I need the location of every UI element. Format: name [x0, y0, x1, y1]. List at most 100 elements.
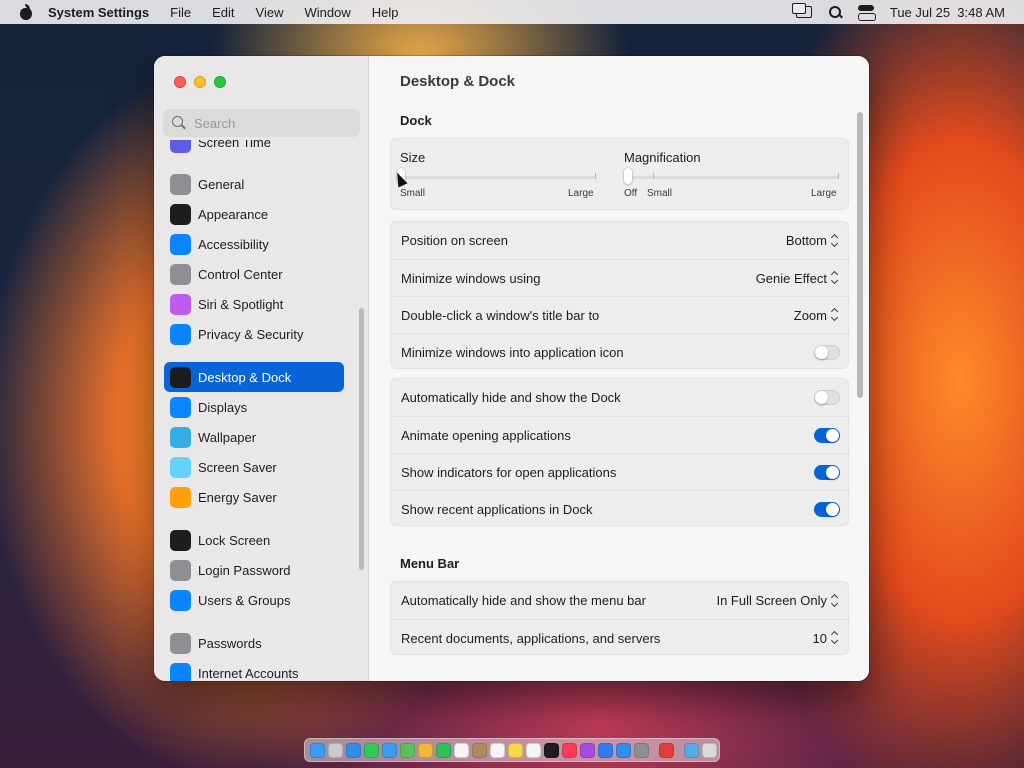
page-title: Desktop & Dock — [400, 73, 516, 90]
sidebar-item-siri-spotlight[interactable]: Siri & Spotlight — [164, 289, 344, 319]
menu-app-name[interactable]: System Settings — [48, 5, 149, 20]
notes-icon[interactable] — [508, 742, 523, 758]
reminders-icon[interactable] — [490, 742, 505, 758]
finder-icon[interactable] — [310, 742, 325, 758]
show-recent-applications-in-dock-toggle[interactable] — [814, 501, 840, 517]
sidebar-item-screen-saver[interactable]: Screen Saver — [164, 452, 344, 482]
tv-icon[interactable] — [544, 742, 559, 758]
messages-icon[interactable] — [364, 742, 379, 758]
recent-documents-applications-and-servers-popup-button[interactable]: 10 — [813, 631, 840, 646]
sidebar-item-label: Wallpaper — [198, 429, 257, 445]
magnification-slider-label: Magnification — [624, 150, 701, 165]
sidebar-item-wallpaper[interactable]: Wallpaper — [164, 422, 344, 452]
size-min-label: Small — [400, 188, 426, 199]
menu-file[interactable]: File — [170, 5, 191, 20]
setting-row-minimize-windows-into-application-icon: Minimize windows into application icon — [391, 333, 850, 370]
size-slider-tick — [595, 173, 596, 179]
photos-icon[interactable] — [418, 742, 433, 758]
menu-clock[interactable]: Tue Jul 25 3:48 AM — [890, 5, 1005, 20]
animate-opening-applications-toggle[interactable] — [814, 427, 840, 443]
menu-edit[interactable]: Edit — [212, 5, 234, 20]
sidebar-item-control-center[interactable]: Control Center — [164, 259, 344, 289]
control-center-toggle-icon[interactable] — [857, 5, 876, 21]
sidebar-item-users-groups[interactable]: Users & Groups — [164, 585, 344, 615]
dock-size-magnification-group: Size Small Large Magnification Off Small… — [390, 138, 849, 210]
menubar-options-group: Automatically hide and show the menu bar… — [390, 581, 850, 655]
show-indicators-for-open-applications-toggle[interactable] — [814, 464, 840, 480]
sidebar-item-passwords[interactable]: Passwords — [164, 628, 344, 658]
screen-mirroring-icon[interactable] — [791, 3, 812, 18]
sidebar-item-general[interactable]: General — [164, 169, 344, 199]
close-window-button[interactable] — [174, 76, 186, 88]
podcasts-icon[interactable] — [580, 742, 595, 758]
sidebar-item-displays[interactable]: Displays — [164, 392, 344, 422]
content-scrollbar[interactable] — [857, 112, 863, 398]
magnification-slider-tick — [653, 173, 654, 179]
facetime-icon[interactable] — [436, 742, 451, 758]
keynote-icon[interactable] — [598, 742, 613, 758]
calendar-icon[interactable] — [454, 742, 469, 758]
preview-app-icon[interactable] — [659, 742, 674, 758]
setting-row-show-recent-applications-in-dock: Show recent applications in Dock — [391, 490, 850, 527]
size-slider-label: Size — [400, 150, 426, 165]
zoom-window-button[interactable] — [214, 76, 226, 88]
setting-label: Recent documents, applications, and serv… — [401, 630, 661, 646]
app-store-icon[interactable] — [616, 742, 631, 758]
lightbulb-icon — [170, 486, 191, 508]
mail-icon[interactable] — [382, 742, 397, 758]
minimize-windows-using-popup-button[interactable]: Genie Effect — [756, 271, 840, 286]
setting-row-show-indicators-for-open-applications: Show indicators for open applications — [391, 453, 850, 490]
downloads-folder-icon[interactable] — [684, 742, 699, 758]
menu-view[interactable]: View — [256, 5, 284, 20]
minimize-windows-into-application-icon-toggle[interactable] — [814, 344, 840, 360]
trash-icon[interactable] — [702, 742, 717, 758]
minimize-window-button[interactable] — [194, 76, 206, 88]
sidebar-scrollbar[interactable] — [359, 308, 364, 570]
setting-label: Automatically hide and show the Dock — [401, 390, 621, 405]
automatically-hide-and-show-the-dock-toggle[interactable] — [814, 390, 840, 405]
setting-row-minimize-windows-using: Minimize windows using Genie Effect — [391, 259, 850, 296]
wallpaper-icon — [170, 426, 191, 448]
siri-icon — [170, 293, 191, 315]
sidebar-item-internet-accounts[interactable]: Internet Accounts — [164, 658, 344, 681]
sidebar-item-desktop-dock[interactable]: Desktop & Dock — [164, 362, 344, 392]
spotlight-search-icon[interactable] — [828, 5, 842, 19]
sidebar-search-field[interactable]: Search — [163, 109, 360, 137]
automatically-hide-and-show-the-menu-bar-popup-button[interactable]: In Full Screen Only — [716, 593, 840, 608]
sidebar-item-label: Passwords — [198, 635, 262, 651]
sidebar-item-label: Appearance — [198, 206, 269, 222]
contacts-icon[interactable] — [472, 742, 487, 758]
setting-label: Show indicators for open applications — [401, 464, 617, 480]
position-on-screen-popup-button[interactable]: Bottom — [786, 233, 840, 248]
sidebar-item-privacy-security[interactable]: Privacy & Security — [164, 319, 344, 349]
sidebar-item-screen-time[interactable]: Screen Time — [164, 140, 344, 157]
magnification-slider-knob[interactable] — [624, 168, 632, 184]
screen-saver-icon — [170, 456, 191, 478]
sidebar-item-lock-screen[interactable]: Lock Screen — [164, 525, 344, 555]
popup-value: Genie Effect — [755, 270, 827, 286]
double-click-a-window-s-title-bar-to-popup-button[interactable]: Zoom — [794, 308, 840, 323]
chevron-up-down-icon — [831, 631, 840, 645]
size-slider-track[interactable] — [401, 176, 596, 179]
hand-icon — [170, 323, 191, 345]
launchpad-icon[interactable] — [328, 742, 343, 758]
sidebar-item-label: Siri & Spotlight — [198, 296, 284, 312]
sidebar-item-appearance[interactable]: Appearance — [164, 199, 344, 229]
menu-help[interactable]: Help — [372, 5, 399, 20]
sidebar-list: Screen Time General Appearance Accessibilit… — [164, 140, 359, 681]
toggle-knob — [815, 345, 828, 359]
safari-icon[interactable] — [346, 742, 361, 758]
sidebar-item-accessibility[interactable]: Accessibility — [164, 229, 344, 259]
at-icon — [170, 662, 191, 681]
sidebar-item-login-password[interactable]: Login Password — [164, 555, 344, 585]
menubar-section-title: Menu Bar — [400, 556, 460, 571]
freeform-icon[interactable] — [526, 742, 541, 758]
magnification-off-label: Off — [624, 188, 638, 199]
maps-icon[interactable] — [400, 742, 415, 758]
music-icon[interactable] — [562, 742, 577, 758]
sidebar-item-energy-saver[interactable]: Energy Saver — [164, 482, 344, 512]
menu-window[interactable]: Window — [304, 5, 350, 20]
magnification-slider-track[interactable] — [627, 176, 839, 179]
apple-logo-icon[interactable] — [19, 4, 33, 20]
system-settings-icon[interactable] — [634, 742, 649, 758]
